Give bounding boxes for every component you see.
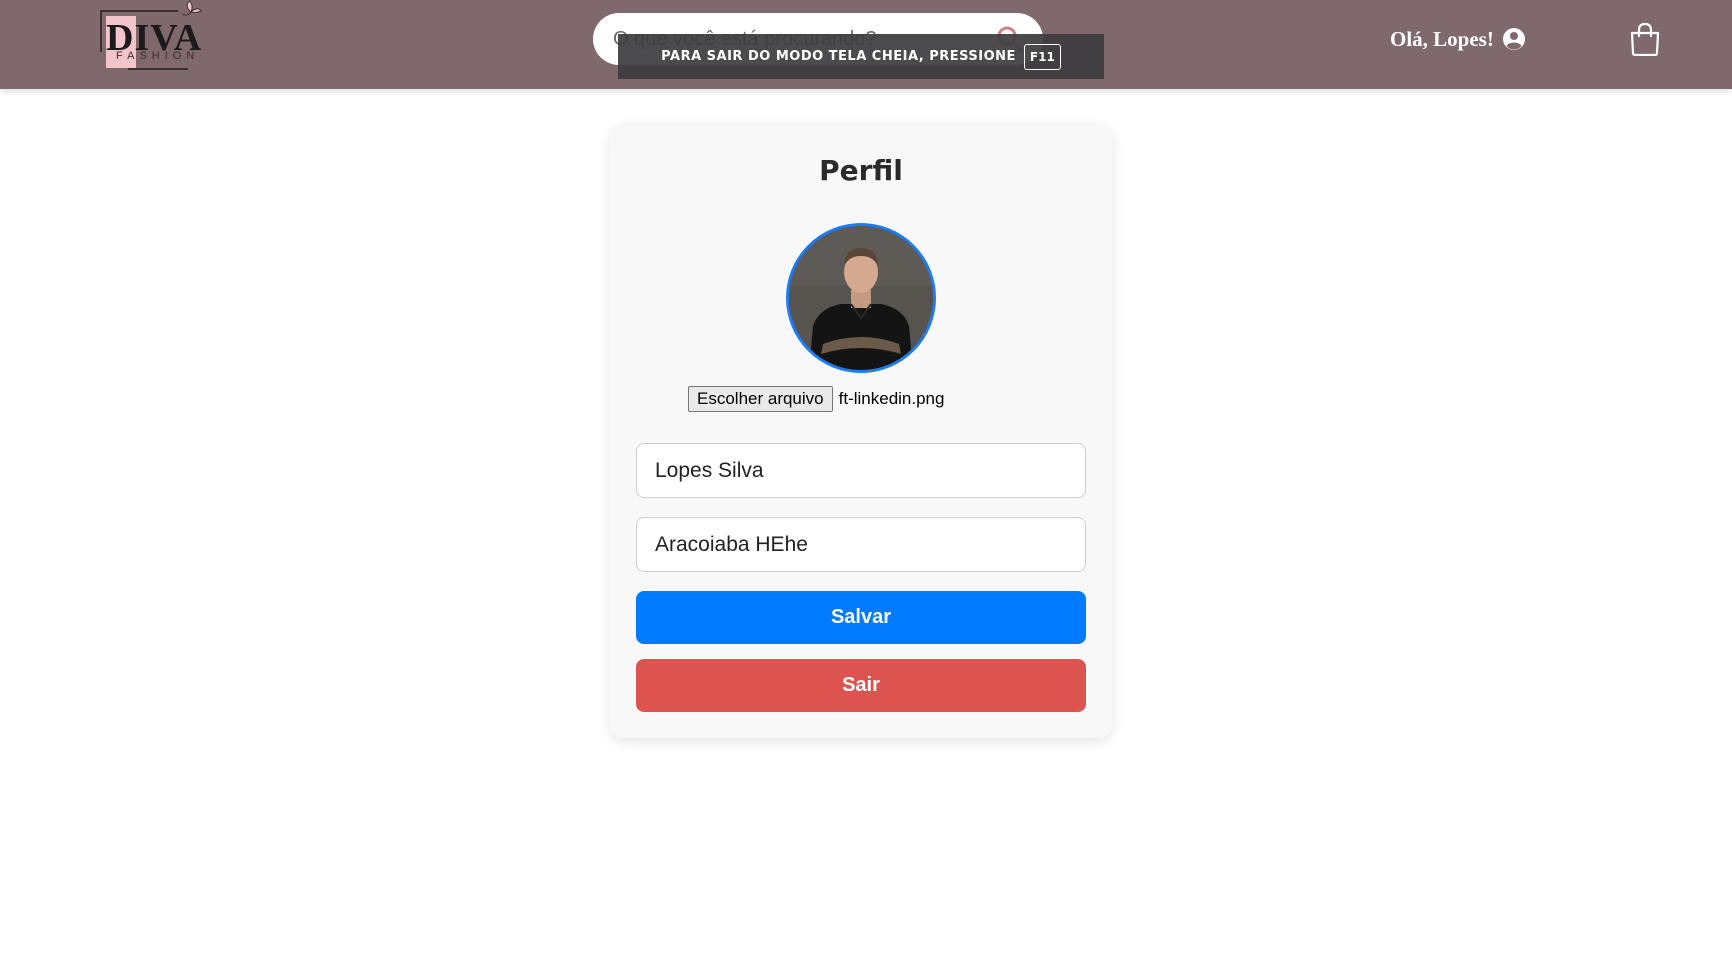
logo-frame-bottom <box>128 68 188 70</box>
user-circle-icon <box>1502 28 1525 50</box>
page-title: Perfil <box>819 154 903 187</box>
save-button[interactable]: Salvar <box>636 591 1086 644</box>
logo-frame-left <box>100 10 102 52</box>
flower-icon <box>181 0 202 16</box>
name-field[interactable] <box>636 443 1086 498</box>
fullscreen-key-badge: F11 <box>1023 43 1061 70</box>
profile-card: Perfil Escolher arquivo ft-linkedin.png … <box>610 124 1112 738</box>
shopping-bag-icon[interactable] <box>1629 22 1661 56</box>
address-field[interactable] <box>636 517 1086 572</box>
profile-photo <box>789 226 933 370</box>
diva-fashion-logo[interactable]: DIVA FASHION <box>98 0 208 72</box>
logo-subtitle: FASHION <box>116 50 200 62</box>
fullscreen-notice: Para sair do modo tela cheia, pressione … <box>618 34 1104 79</box>
avatar[interactable] <box>786 223 936 373</box>
logo-frame-top <box>100 10 178 12</box>
logout-button[interactable]: Sair <box>636 659 1086 712</box>
selected-file-name: ft-linkedin.png <box>838 389 945 408</box>
choose-file-button[interactable]: Escolher arquivo <box>688 386 833 412</box>
file-upload: Escolher arquivo ft-linkedin.png <box>688 386 944 412</box>
greeting-text: Olá, Lopes! <box>1390 26 1494 51</box>
user-greeting[interactable]: Olá, Lopes! <box>1390 24 1526 54</box>
fullscreen-notice-text: Para sair do modo tela cheia, pressione <box>661 49 1016 64</box>
